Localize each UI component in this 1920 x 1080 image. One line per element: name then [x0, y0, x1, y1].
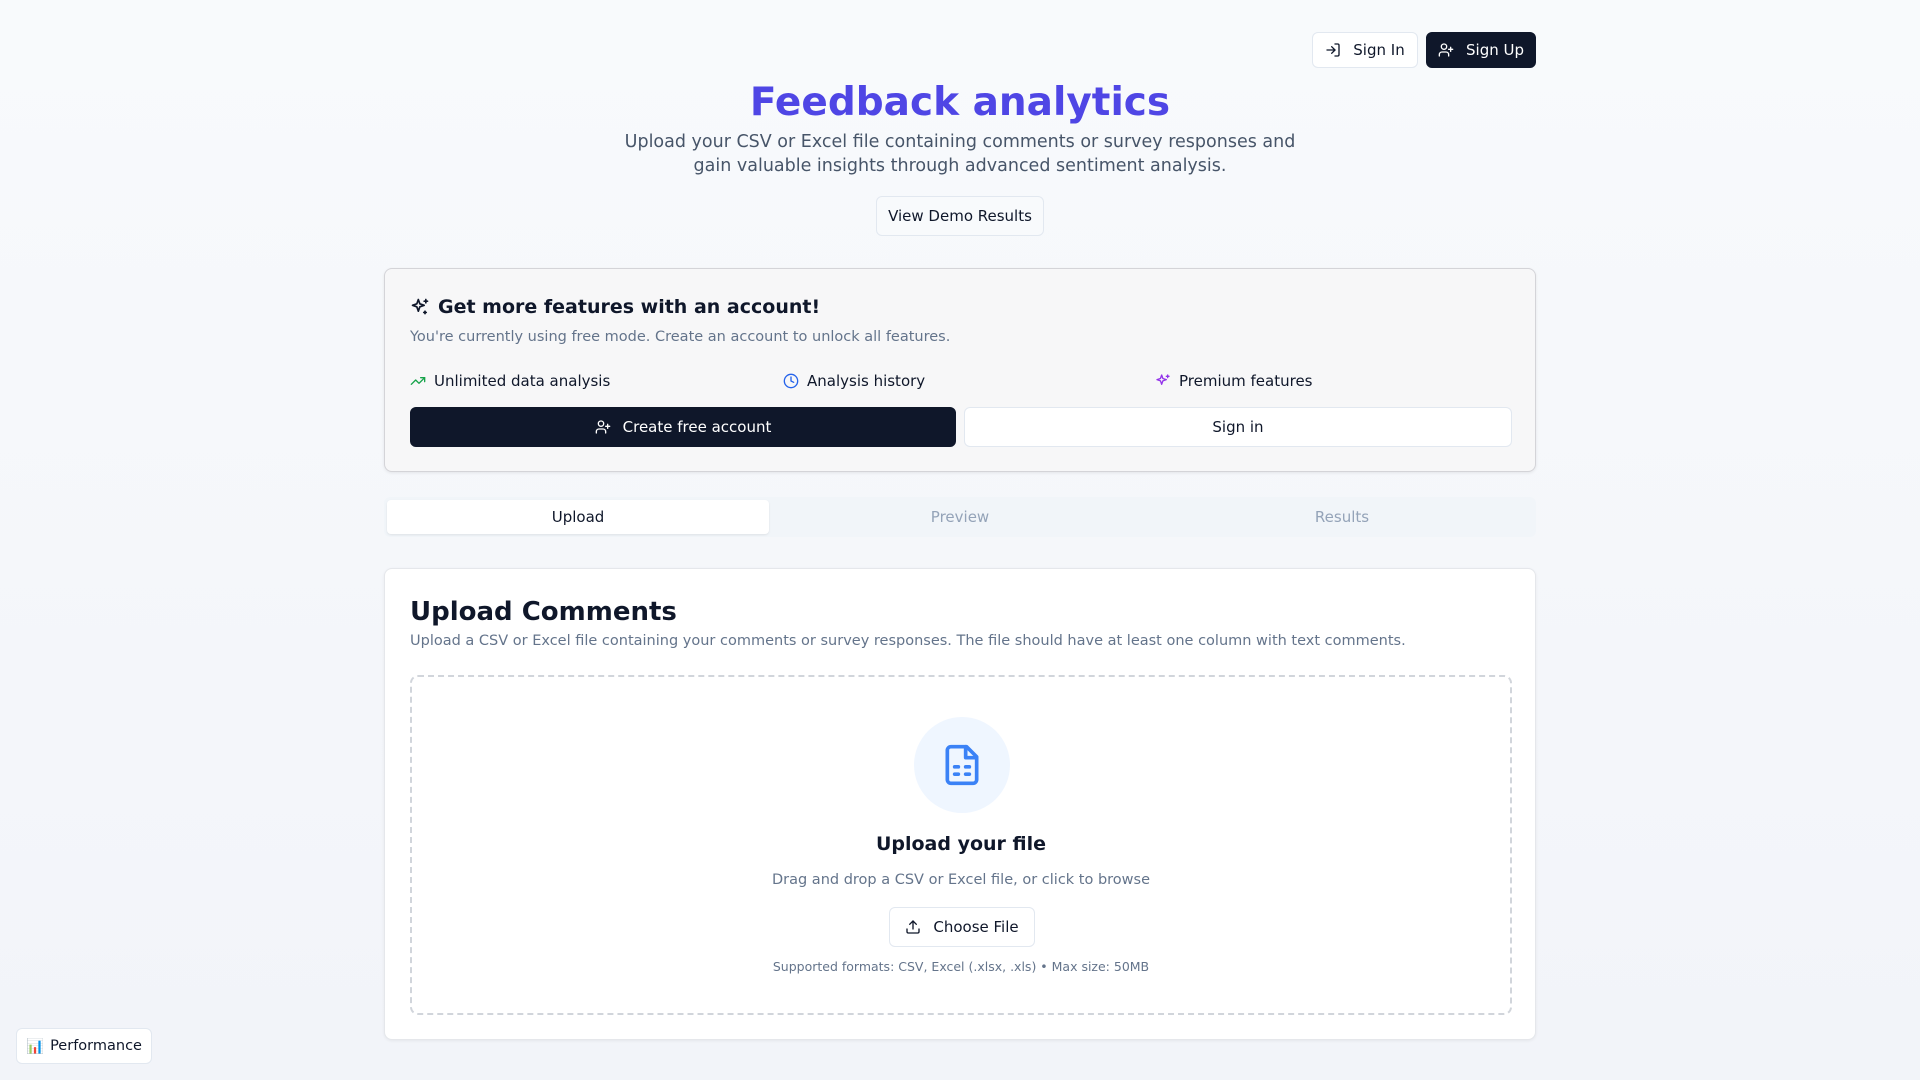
- user-plus-icon: [595, 420, 610, 434]
- feature-premium: Premium features: [1155, 372, 1312, 390]
- sign-in-label: Sign In: [1353, 41, 1405, 59]
- view-demo-results-button[interactable]: View Demo Results: [876, 196, 1044, 236]
- feature-label: Premium features: [1179, 372, 1313, 390]
- create-free-account-button[interactable]: Create free account: [410, 407, 956, 447]
- upload-title: Upload Comments: [410, 597, 677, 627]
- create-free-account-label: Create free account: [622, 418, 772, 436]
- clock-icon: [783, 373, 799, 389]
- tab-label: Results: [1314, 508, 1370, 526]
- log-in-icon: [1326, 43, 1340, 57]
- supported-formats-note: Supported formats: CSV, Excel (.xlsx, .x…: [772, 959, 1150, 974]
- user-plus-icon: [1438, 43, 1454, 57]
- tab-preview[interactable]: Preview: [769, 500, 1151, 534]
- feature-analysis-history: Analysis history: [783, 372, 925, 390]
- feature-label: Unlimited data analysis: [434, 372, 611, 390]
- feature-unlimited-analysis: Unlimited data analysis: [410, 372, 610, 390]
- page-subtitle: Upload your CSV or Excel file containing…: [624, 132, 1296, 176]
- performance-widget[interactable]: 📊 Performance: [16, 1028, 152, 1064]
- file-dropzone[interactable]: Upload your file Drag and drop a CSV or …: [410, 675, 1512, 1015]
- tab-label: Upload: [551, 508, 605, 526]
- account-promo-card: Get more features with an account! You'r…: [384, 268, 1536, 472]
- sparkles-icon: [1156, 374, 1170, 385]
- trending-up-icon: [410, 377, 426, 385]
- tab-label: Preview: [930, 508, 990, 526]
- view-demo-results-label: View Demo Results: [888, 207, 1032, 225]
- upload-card: Upload Comments Upload a CSV or Excel fi…: [384, 568, 1536, 1040]
- sign-up-label: Sign Up: [1466, 41, 1524, 59]
- tab-results[interactable]: Results: [1151, 500, 1533, 534]
- promo-sign-in-button[interactable]: Sign in: [964, 407, 1512, 447]
- promo-description: You're currently using free mode. Create…: [410, 329, 951, 345]
- upload-description: Upload a CSV or Excel file containing yo…: [410, 633, 1406, 649]
- promo-sign-in-label: Sign in: [1212, 418, 1264, 436]
- performance-label: Performance: [50, 1038, 142, 1054]
- dropzone-title: Upload your file: [875, 833, 1047, 855]
- choose-file-button[interactable]: Choose File: [889, 907, 1035, 947]
- sparkles-icon: [411, 298, 429, 315]
- chart-icon: 📊: [26, 1038, 45, 1055]
- promo-heading: Get more features with an account!: [410, 296, 820, 318]
- sign-up-button[interactable]: Sign Up: [1426, 32, 1536, 68]
- page-title: Feedback analytics: [749, 80, 1171, 125]
- upload-icon: [906, 920, 921, 934]
- sign-in-button[interactable]: Sign In: [1312, 32, 1418, 68]
- choose-file-label: Choose File: [933, 918, 1019, 936]
- file-spreadsheet-icon: [945, 744, 979, 786]
- feature-label: Analysis history: [807, 372, 926, 390]
- step-tabs: Upload Preview Results: [384, 497, 1536, 537]
- promo-title: Get more features with an account!: [438, 296, 821, 318]
- file-icon-badge: [914, 717, 1010, 813]
- dropzone-description: Drag and drop a CSV or Excel file, or cl…: [771, 872, 1151, 888]
- tab-upload[interactable]: Upload: [387, 500, 769, 534]
